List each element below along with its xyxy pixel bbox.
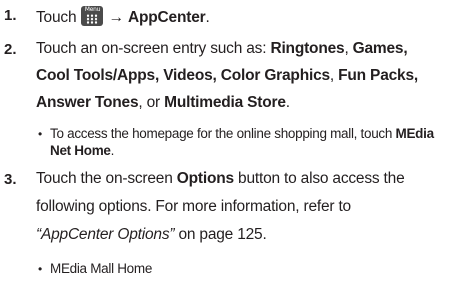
step-number: 1. [4, 7, 17, 24]
grid-dots-icon [86, 14, 99, 24]
text: To access the homepage for the online sh… [50, 126, 396, 141]
period: . [285, 94, 290, 111]
multimedia-store-label: Multimedia Store [164, 94, 286, 111]
bullet-icon: • [38, 262, 43, 276]
text: Touch an on-screen entry such as: [36, 40, 271, 57]
step-text-line-1: Touch an on-screen entry such as: Ringto… [36, 40, 408, 58]
touch-word: Touch [36, 9, 77, 26]
step-text-line-1: Touch the on-screen Options button to al… [36, 170, 405, 188]
net-home-label: Net Home [50, 143, 111, 158]
bullet-text-line-1: To access the homepage for the online sh… [50, 126, 434, 141]
step-text: Touch Menu → AppCenter. [36, 6, 210, 27]
period: . [205, 9, 210, 26]
menu-icon-label: Menu [84, 5, 101, 13]
text: Touch the on-screen [36, 170, 177, 187]
step-text-line-2: Cool Tools/Apps, Videos, Color Graphics,… [36, 67, 418, 85]
text: , or [138, 94, 165, 111]
fun-packs-label: Fun Packs, [338, 67, 418, 84]
step-text-line-2: following options. For more information,… [36, 198, 351, 215]
bullet-text-line-2: Net Home. [50, 143, 114, 158]
entries-label: Cool Tools/Apps, Videos, Color Graphics [36, 67, 330, 84]
text: , [344, 40, 353, 57]
menu-icon: Menu [81, 5, 104, 26]
step-text-line-3: “AppCenter Options” on page 125. [36, 226, 267, 244]
cross-reference-link[interactable]: “AppCenter Options” [36, 226, 175, 243]
step-number: 3. [4, 171, 17, 188]
media-label: MEdia [395, 126, 435, 141]
ringtones-label: Ringtones [270, 40, 345, 57]
period: . [110, 143, 115, 158]
text: on page 125. [174, 226, 267, 243]
games-label: Games, [352, 40, 408, 57]
appcenter-label: AppCenter [128, 9, 206, 26]
arrow-glyph: → [108, 9, 125, 26]
step-text-line-3: Answer Tones, or Multimedia Store. [36, 94, 290, 112]
step-number: 2. [4, 41, 17, 58]
text: button to also access the [233, 170, 405, 187]
options-label: Options [176, 170, 234, 187]
answer-tones-label: Answer Tones [36, 94, 139, 111]
bullet-icon: • [38, 127, 43, 141]
manual-page: 1. Touch Menu → AppCenter. 2. Touch an o… [0, 0, 474, 305]
bullet-text-line-1: MEdia Mall Home [50, 261, 153, 276]
text: , [329, 67, 339, 84]
